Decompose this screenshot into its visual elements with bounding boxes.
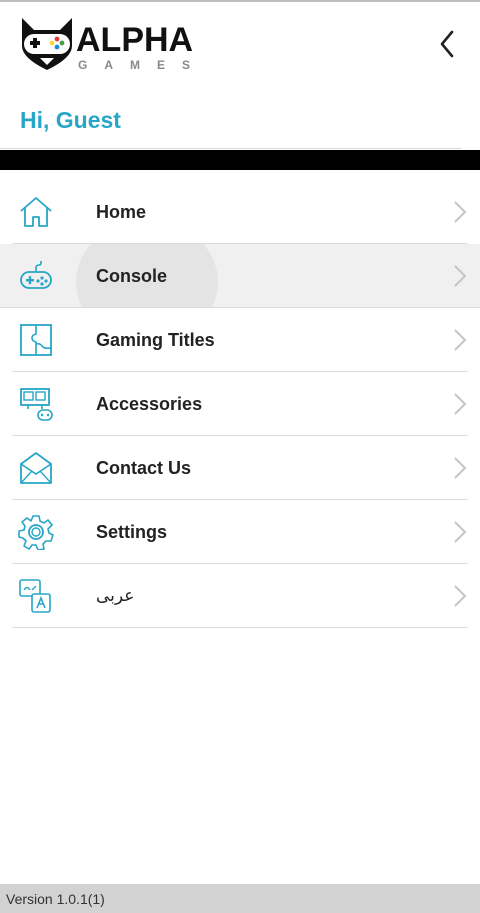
menu-label-settings: Settings: [96, 522, 168, 542]
side-menu: Home Console Gaming Titles Accessories C…: [0, 180, 480, 628]
chevron-right-icon: [454, 585, 467, 607]
logo-text-sub: GAMES: [78, 58, 208, 72]
chevron-right-icon: [454, 521, 467, 543]
chevron-right-icon: [454, 393, 467, 415]
menu-label-home: Home: [96, 202, 147, 222]
footer-bar: Version 1.0.1(1): [0, 884, 480, 913]
menu-label-console: Console: [96, 266, 168, 286]
greeting-text: Hi, Guest: [20, 107, 121, 133]
chevron-right-icon: [454, 329, 467, 351]
chevron-right-icon: [454, 201, 467, 223]
menu-item-gaming-titles[interactable]: Gaming Titles: [12, 308, 468, 372]
menu-label-accessories: Accessories: [96, 394, 203, 414]
menu-item-contact-us[interactable]: Contact Us: [12, 436, 468, 500]
chevron-left-icon: [440, 30, 454, 58]
fox-gamepad-logo-icon: [22, 18, 72, 70]
menu-label-gaming-titles: Gaming Titles: [96, 330, 215, 350]
envelope-icon: [20, 452, 52, 484]
home-icon: [20, 197, 52, 227]
menu-label-arabic: عربى: [96, 586, 135, 606]
menu-item-console[interactable]: Console: [0, 244, 480, 308]
header: ALPHA GAMES: [0, 2, 480, 90]
menu-item-arabic[interactable]: عربى: [12, 564, 468, 628]
black-banner: [0, 150, 480, 170]
puzzle-icon: [20, 324, 52, 356]
language-icon: [19, 579, 51, 613]
gamepad-icon: [20, 261, 52, 289]
back-button[interactable]: [432, 26, 464, 62]
menu-item-accessories[interactable]: Accessories: [12, 372, 468, 436]
menu-label-contact-us: Contact Us: [96, 458, 192, 478]
gear-icon: [18, 515, 54, 550]
version-text: Version 1.0.1(1): [6, 891, 105, 907]
logo-text-main: ALPHA: [76, 21, 194, 59]
menu-item-settings[interactable]: Settings: [12, 500, 468, 564]
accessories-icon: [20, 388, 53, 421]
divider: [0, 148, 462, 149]
alpha-games-logo: ALPHA GAMES: [20, 14, 194, 74]
menu-item-home[interactable]: Home: [12, 180, 468, 244]
chevron-right-icon: [454, 457, 467, 479]
chevron-right-icon: [454, 265, 467, 287]
